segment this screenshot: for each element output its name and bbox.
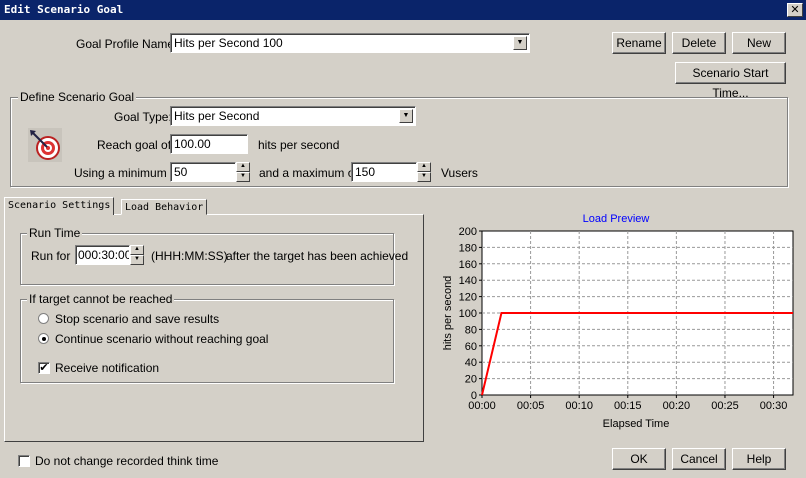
receive-notification-label: Receive notification xyxy=(55,361,160,375)
reach-goal-unit: hits per second xyxy=(258,138,340,152)
continue-scenario-radio[interactable] xyxy=(38,333,49,344)
goal-profile-value: Hits per Second 100 xyxy=(174,36,283,50)
load-preview-chart: Load Preview 020406080100120140160180200… xyxy=(442,213,794,430)
goal-profile-label: Goal Profile Name: xyxy=(76,37,178,51)
target-icon xyxy=(28,128,62,162)
chevron-down-icon[interactable]: ▼ xyxy=(399,109,413,123)
chart-title: Load Preview xyxy=(583,213,650,225)
window-title: Edit Scenario Goal xyxy=(4,3,124,16)
cancel-button[interactable]: Cancel xyxy=(672,448,726,470)
run-for-label: Run for xyxy=(31,249,71,263)
x-tick-label: 00:25 xyxy=(711,400,739,412)
y-tick-label: 40 xyxy=(465,357,477,369)
define-goal-title: Define Scenario Goal xyxy=(18,90,137,104)
help-button[interactable]: Help xyxy=(732,448,786,470)
tab-scenario-settings[interactable]: Scenario Settings xyxy=(4,197,115,215)
y-tick-label: 200 xyxy=(459,226,477,238)
reach-goal-label: Reach goal of xyxy=(97,138,172,152)
y-axis-label: hits per second xyxy=(442,276,454,351)
goal-type-select[interactable]: Hits per Second ▼ xyxy=(170,106,416,126)
x-tick-label: 00:20 xyxy=(663,400,691,412)
minimum-vusers-input[interactable]: 50 xyxy=(170,162,236,182)
x-tick-label: 00:05 xyxy=(517,400,545,412)
run-for-input[interactable]: 000:30:00 xyxy=(75,245,130,265)
think-time-checkbox[interactable] xyxy=(18,455,30,467)
y-tick-label: 80 xyxy=(465,324,477,336)
think-time-label: Do not change recorded think time xyxy=(35,454,219,468)
goal-profile-select[interactable]: Hits per Second 100 ▼ xyxy=(170,33,530,53)
new-button[interactable]: New xyxy=(732,32,786,54)
y-tick-label: 100 xyxy=(459,308,477,320)
y-tick-label: 180 xyxy=(459,242,477,254)
reach-goal-input[interactable]: 100.00 xyxy=(170,134,248,154)
rename-button[interactable]: Rename xyxy=(612,32,666,54)
maximum-label: and a maximum of xyxy=(259,166,358,180)
receive-notification-checkbox[interactable]: ✔ xyxy=(38,362,50,374)
y-tick-label: 160 xyxy=(459,259,477,271)
delete-button[interactable]: Delete xyxy=(672,32,726,54)
x-tick-label: 00:10 xyxy=(565,400,593,412)
goal-type-value: Hits per Second xyxy=(174,109,260,123)
minimum-label: Using a minimum of xyxy=(74,166,181,180)
run-for-stepper[interactable]: ▲ ▼ xyxy=(130,245,144,265)
continue-scenario-label: Continue scenario without reaching goal xyxy=(55,332,269,346)
x-axis-label: Elapsed Time xyxy=(603,418,670,430)
after-target-text: after the target has been achieved xyxy=(226,249,409,263)
title-bar: Edit Scenario Goal ✕ xyxy=(0,0,806,20)
goal-type-label: Goal Type: xyxy=(114,110,172,124)
ok-button[interactable]: OK xyxy=(612,448,666,470)
x-tick-label: 00:15 xyxy=(614,400,642,412)
y-tick-label: 120 xyxy=(459,292,477,304)
run-time-title: Run Time xyxy=(27,226,83,240)
y-tick-label: 140 xyxy=(459,275,477,287)
x-tick-label: 00:30 xyxy=(760,400,788,412)
x-tick-label: 00:00 xyxy=(468,400,496,412)
tab-load-behavior[interactable]: Load Behavior xyxy=(121,199,208,215)
unreached-title: If target cannot be reached xyxy=(27,292,175,306)
maximum-stepper[interactable]: ▲ ▼ xyxy=(417,162,431,182)
time-format-hint: (HHH:MM:SS) xyxy=(151,249,228,263)
vusers-label: Vusers xyxy=(441,166,478,180)
minimum-stepper[interactable]: ▲ ▼ xyxy=(236,162,250,182)
scenario-start-time-button[interactable]: Scenario Start Time... xyxy=(675,62,786,100)
stop-scenario-label: Stop scenario and save results xyxy=(55,312,220,326)
chevron-down-icon[interactable]: ▼ xyxy=(513,36,527,50)
close-button[interactable]: ✕ xyxy=(787,3,803,17)
y-tick-label: 60 xyxy=(465,341,477,353)
stop-scenario-radio[interactable] xyxy=(38,313,49,324)
y-tick-label: 20 xyxy=(465,374,477,386)
maximum-vusers-input[interactable]: 150 xyxy=(351,162,417,182)
